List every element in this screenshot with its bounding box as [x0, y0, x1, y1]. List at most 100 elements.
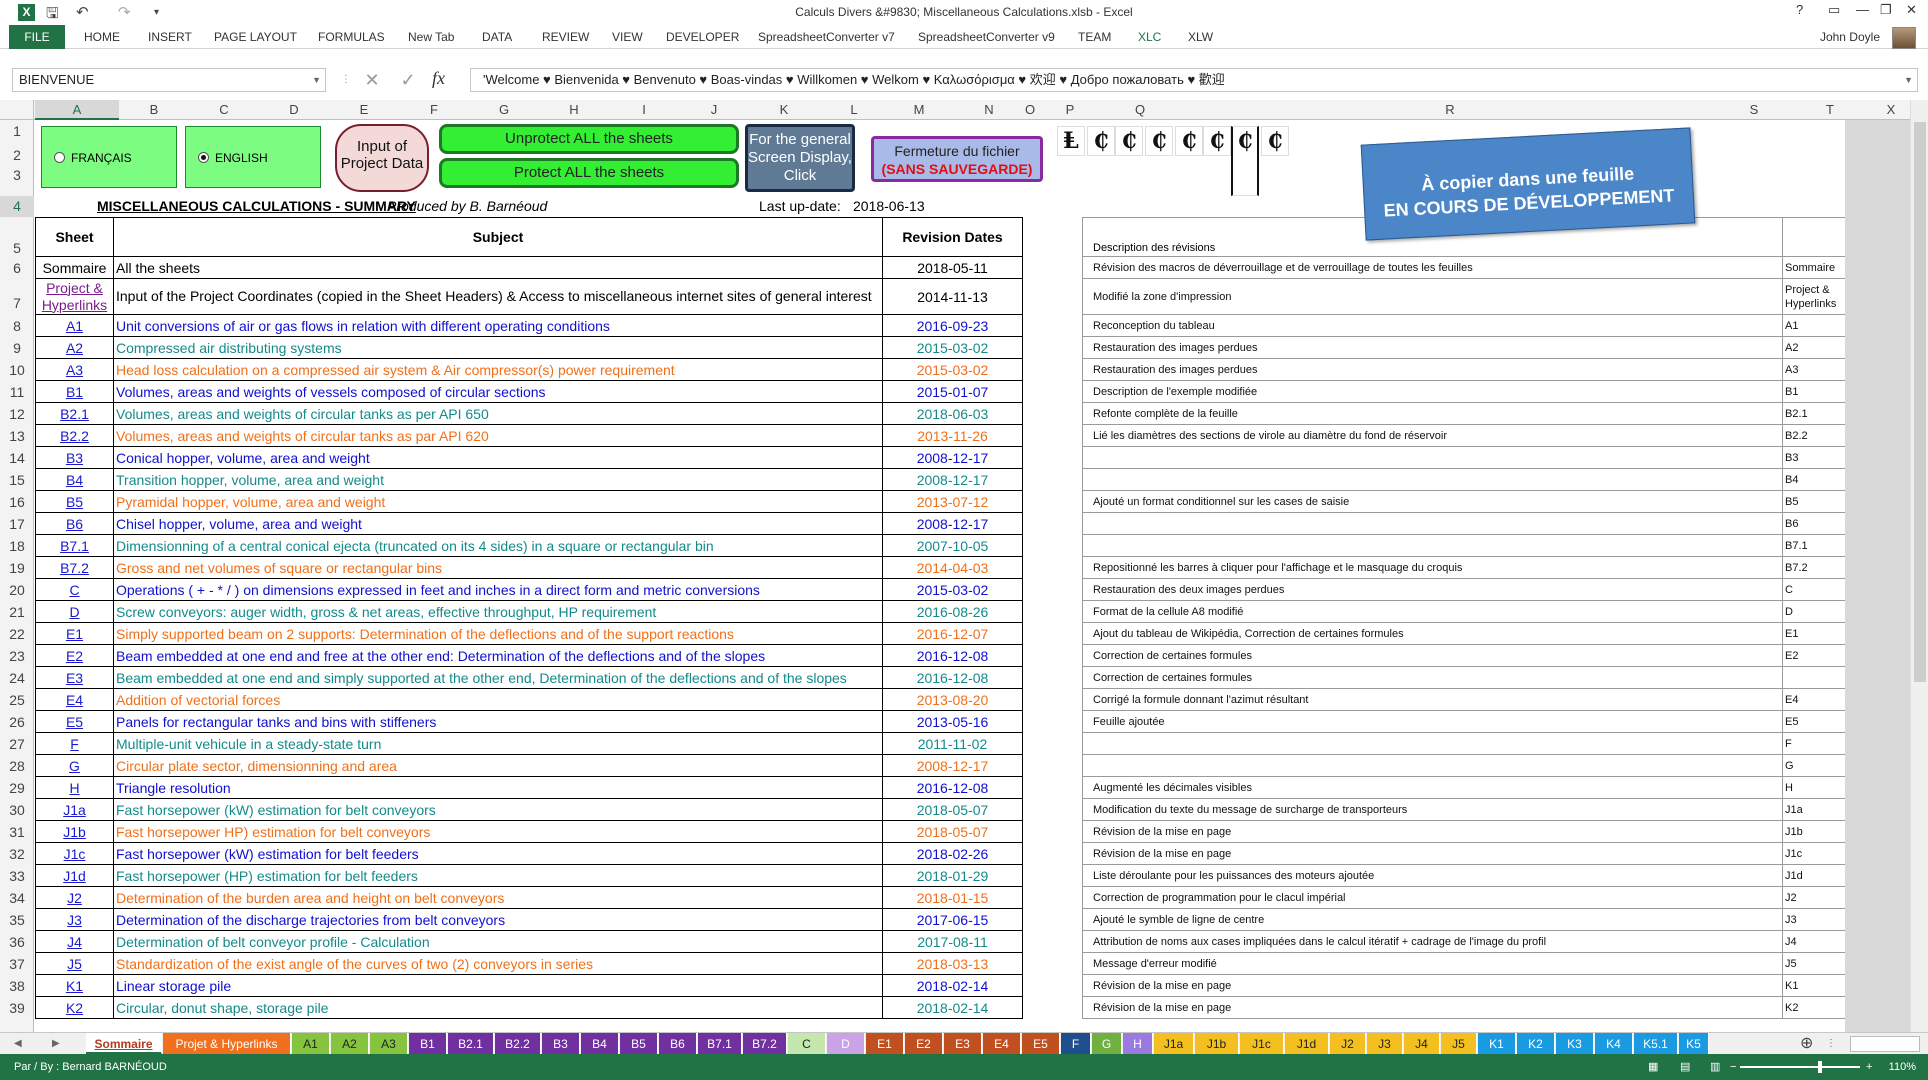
column-header-m[interactable]: M — [884, 100, 954, 120]
sheet-link[interactable]: B4 — [35, 468, 114, 491]
row-header-14[interactable]: 14 — [0, 447, 34, 469]
row-header-19[interactable]: 19 — [0, 557, 34, 579]
sheet-tab[interactable]: E2 — [905, 1033, 943, 1055]
sheet-link[interactable]: E2 — [35, 644, 114, 667]
sheet-link[interactable]: H — [35, 776, 114, 799]
sheet-tab[interactable]: F — [1061, 1033, 1091, 1055]
input-project-data-button[interactable]: Input of Project Data — [335, 124, 429, 192]
tab-view[interactable]: VIEW — [612, 25, 643, 49]
tabs-options-icon[interactable]: ⋮ — [1826, 1033, 1836, 1055]
row-header-1[interactable]: 1 — [0, 120, 34, 142]
row-header-39[interactable]: 39 — [0, 997, 34, 1019]
sheet-link[interactable]: C — [35, 578, 114, 601]
row-header-29[interactable]: 29 — [0, 777, 34, 799]
unprotect-all-button[interactable]: Unprotect ALL the sheets — [439, 124, 739, 154]
chevron-down-icon[interactable]: ▼ — [312, 69, 321, 91]
sheet-tab[interactable]: J3 — [1367, 1033, 1403, 1055]
radio-francais[interactable]: FRANÇAIS — [41, 126, 177, 188]
next-sheet-icon[interactable]: ▶ — [52, 1033, 60, 1055]
sheet-link[interactable]: G — [35, 754, 114, 777]
tab-formulas[interactable]: FORMULAS — [318, 25, 385, 49]
row-header-28[interactable]: 28 — [0, 755, 34, 777]
horizontal-scrollbar[interactable] — [1850, 1036, 1920, 1052]
sheet-tab[interactable]: E1 — [866, 1033, 904, 1055]
sheet-link[interactable]: E3 — [35, 666, 114, 689]
avatar[interactable] — [1892, 27, 1916, 49]
row-header-23[interactable]: 23 — [0, 645, 34, 667]
sheet-tab[interactable]: Sommaire — [86, 1033, 162, 1055]
tab-new-tab[interactable]: New Tab — [408, 25, 454, 49]
tab-page-layout[interactable]: PAGE LAYOUT — [214, 25, 297, 49]
glyph-cell-4[interactable]: ₵ — [1145, 126, 1173, 156]
tab-xlc[interactable]: XLC — [1138, 25, 1161, 49]
column-header-b[interactable]: B — [119, 100, 189, 120]
column-header-c[interactable]: C — [189, 100, 259, 120]
sheet-link[interactable]: J2 — [35, 886, 114, 909]
column-header-f[interactable]: F — [399, 100, 469, 120]
sheet-tab[interactable]: B7.1 — [698, 1033, 742, 1055]
protect-all-button[interactable]: Protect ALL the sheets — [439, 158, 739, 188]
row-header-38[interactable]: 38 — [0, 975, 34, 997]
screen-display-button[interactable]: For the general Screen Display, Click — [745, 124, 855, 192]
sheet-tab[interactable]: B3 — [542, 1033, 580, 1055]
sheet-link[interactable]: J1c — [35, 842, 114, 865]
sheet-link[interactable]: J1d — [35, 864, 114, 887]
column-header-g[interactable]: G — [469, 100, 539, 120]
sheet-tab[interactable]: B2.2 — [495, 1033, 541, 1055]
column-header-p[interactable]: P — [1040, 100, 1100, 120]
close-without-saving-button[interactable]: Fermeture du fichier (SANS SAUVEGARDE) — [871, 136, 1043, 182]
ribbon-display-button[interactable]: ▭ — [1828, 2, 1840, 18]
glyph-cell-7[interactable]: ₵ — [1231, 126, 1259, 196]
column-header-e[interactable]: E — [329, 100, 399, 120]
row-header-7[interactable]: 7 — [0, 279, 34, 315]
column-header-h[interactable]: H — [539, 100, 609, 120]
sheet-tab[interactable]: B1 — [409, 1033, 447, 1055]
prev-sheet-icon[interactable]: ◀ — [14, 1033, 22, 1055]
row-header-26[interactable]: 26 — [0, 711, 34, 733]
row-header-5[interactable]: 5 — [0, 217, 34, 257]
tab-file[interactable]: FILE — [9, 25, 65, 49]
glyph-cell-3[interactable]: ₵ — [1115, 126, 1143, 156]
sheet-tab[interactable]: B2.1 — [448, 1033, 494, 1055]
sheet-link[interactable]: A3 — [35, 358, 114, 381]
row-header-34[interactable]: 34 — [0, 887, 34, 909]
row-header-37[interactable]: 37 — [0, 953, 34, 975]
sheet-tab[interactable]: G — [1092, 1033, 1122, 1055]
tab-home[interactable]: HOME — [84, 25, 120, 49]
sheet-link[interactable]: B3 — [35, 446, 114, 469]
expand-formula-icon[interactable]: ▼ — [1904, 69, 1913, 91]
column-header-k[interactable]: K — [749, 100, 819, 120]
tab-spreadsheetconverter-v9[interactable]: SpreadsheetConverter v9 — [918, 25, 1055, 49]
row-header-13[interactable]: 13 — [0, 425, 34, 447]
sheet-tab[interactable]: B4 — [581, 1033, 619, 1055]
glyph-cell-1[interactable]: Ⱡ — [1057, 126, 1085, 156]
sheet-link[interactable]: F — [35, 732, 114, 755]
formula-input[interactable]: 'Welcome ♥ Bienvenida ♥ Benvenuto ♥ Boas… — [470, 68, 1918, 92]
glyph-cell-6[interactable]: ₵ — [1203, 126, 1231, 156]
row-header-22[interactable]: 22 — [0, 623, 34, 645]
row-header-36[interactable]: 36 — [0, 931, 34, 953]
sheet-tab[interactable]: B7.2 — [743, 1033, 787, 1055]
sheet-link[interactable]: B7.2 — [35, 556, 114, 579]
name-box[interactable]: BIENVENUE ▼ — [12, 68, 326, 92]
row-header-8[interactable]: 8 — [0, 315, 34, 337]
cancel-entry-icon[interactable]: ✕ — [358, 68, 386, 92]
sheet-link[interactable]: E1 — [35, 622, 114, 645]
sheet-tab[interactable]: A2 — [331, 1033, 369, 1055]
tab-team[interactable]: TEAM — [1078, 25, 1111, 49]
sheet-tab[interactable]: J1d — [1285, 1033, 1329, 1055]
sheet-tab[interactable]: K3 — [1556, 1033, 1594, 1055]
enter-entry-icon[interactable]: ✓ — [394, 68, 422, 92]
sheet-link[interactable]: J1b — [35, 820, 114, 843]
column-header-i[interactable]: I — [609, 100, 679, 120]
row-header-4[interactable]: 4 — [0, 196, 34, 217]
page-layout-view-icon[interactable]: ▤ — [1680, 1054, 1690, 1080]
sheet-link[interactable]: A2 — [35, 336, 114, 359]
sheet-link[interactable]: B5 — [35, 490, 114, 513]
close-button[interactable]: ✕ — [1906, 2, 1917, 18]
sheet-tab[interactable]: C — [788, 1033, 826, 1055]
sheet-tab[interactable]: J2 — [1330, 1033, 1366, 1055]
row-header-11[interactable]: 11 — [0, 381, 34, 403]
zoom-slider[interactable] — [1740, 1066, 1860, 1068]
sheet-tab[interactable]: D — [827, 1033, 865, 1055]
